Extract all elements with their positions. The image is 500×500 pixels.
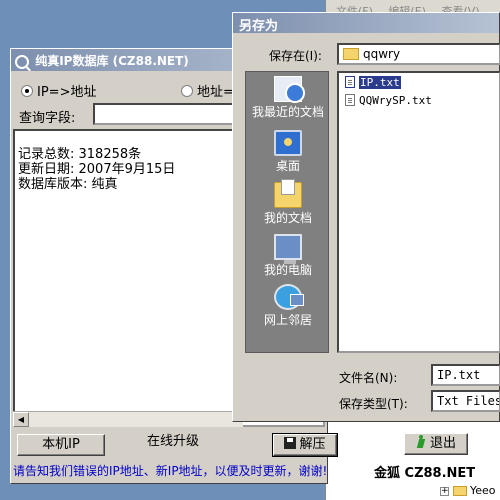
desktop-icon	[274, 130, 302, 156]
save-in-dropdown[interactable]: qqwry	[337, 43, 500, 65]
exit-button[interactable]: 退出	[404, 433, 468, 455]
place-label: 我的电脑	[263, 263, 312, 277]
filetype-label: 保存类型(T):	[339, 397, 408, 411]
radio-ip-to-address[interactable]: IP=>地址	[21, 81, 96, 100]
query-field-label: 查询字段:	[19, 111, 76, 126]
radio-address-to-ip[interactable]: 地址=	[181, 81, 234, 100]
brand-label: 金狐 CZ88.NET	[374, 466, 476, 481]
place-my-documents[interactable]: 我的文档	[246, 179, 330, 230]
tree-item-label: Yeeo	[470, 484, 496, 497]
place-label: 我的文档	[263, 211, 312, 225]
file-item-qqwrysp[interactable]: QQWrySP.txt	[343, 93, 434, 109]
online-upgrade-button[interactable]: 在线升级	[139, 432, 207, 454]
dialog-title: 另存为	[239, 19, 279, 34]
folder-icon	[343, 48, 359, 60]
place-recent-documents[interactable]: 我最近的文档	[246, 74, 330, 124]
horizontal-scrollbar[interactable]: ◀	[13, 411, 243, 427]
file-list[interactable]: IP.txt QQWrySP.txt	[337, 71, 500, 353]
radio-unchecked-icon	[181, 85, 193, 97]
text-file-icon	[345, 94, 355, 106]
file-name: IP.txt	[359, 76, 401, 89]
folder-icon	[453, 486, 467, 496]
filename-input[interactable]: IP.txt	[431, 364, 500, 386]
filename-label: 文件名(N):	[339, 371, 398, 385]
extract-button[interactable]: 解压	[272, 433, 338, 457]
filetype-dropdown[interactable]: Txt Files	[431, 390, 500, 412]
app-logo-icon	[15, 54, 29, 69]
save-in-value: qqwry	[363, 47, 401, 61]
network-places-icon	[274, 284, 304, 310]
running-man-icon	[416, 435, 426, 449]
tree-row[interactable]: + Yeeo	[440, 484, 496, 500]
save-in-label: 保存在(I):	[269, 49, 322, 63]
exit-label: 退出	[429, 436, 456, 451]
file-item-ip-txt[interactable]: IP.txt	[343, 75, 403, 91]
file-name: QQWrySP.txt	[359, 94, 432, 107]
radio-label: IP=>地址	[37, 85, 97, 100]
status-message: 请告知我们错误的IP地址、新IP地址，以便及时更新，谢谢!	[11, 459, 329, 481]
place-desktop[interactable]: 桌面	[246, 128, 330, 178]
place-label: 网上邻居	[263, 313, 312, 327]
extract-label: 解压	[299, 437, 326, 452]
place-label: 桌面	[275, 159, 300, 173]
place-my-computer[interactable]: 我的电脑	[246, 232, 330, 282]
radio-label: 地址=	[197, 85, 234, 100]
place-network[interactable]: 网上邻居	[246, 282, 330, 332]
local-ip-button[interactable]: 本机IP	[17, 434, 105, 456]
text-file-icon	[345, 76, 355, 88]
recent-documents-icon	[274, 76, 305, 103]
places-bar: 我最近的文档 桌面 我的文档 我的电脑 网上邻居	[245, 71, 329, 353]
window-title: 纯真IP数据库 (CZ88.NET)	[35, 54, 189, 68]
expand-icon[interactable]: +	[440, 486, 449, 496]
scroll-left-icon[interactable]: ◀	[13, 412, 29, 427]
status-text: 请告知我们错误的IP地址、新IP地址，以便及时更新，谢谢!	[13, 464, 328, 478]
my-documents-icon	[274, 179, 302, 208]
save-as-dialog: 另存为 保存在(I): qqwry 我最近的文档 桌面 我的文档 我的电脑 网上…	[232, 12, 500, 422]
place-label: 我最近的文档	[251, 105, 324, 119]
floppy-disk-icon	[284, 437, 297, 449]
radio-checked-icon	[21, 85, 33, 97]
dialog-title-bar[interactable]: 另存为	[233, 13, 499, 34]
my-computer-icon	[274, 234, 302, 264]
